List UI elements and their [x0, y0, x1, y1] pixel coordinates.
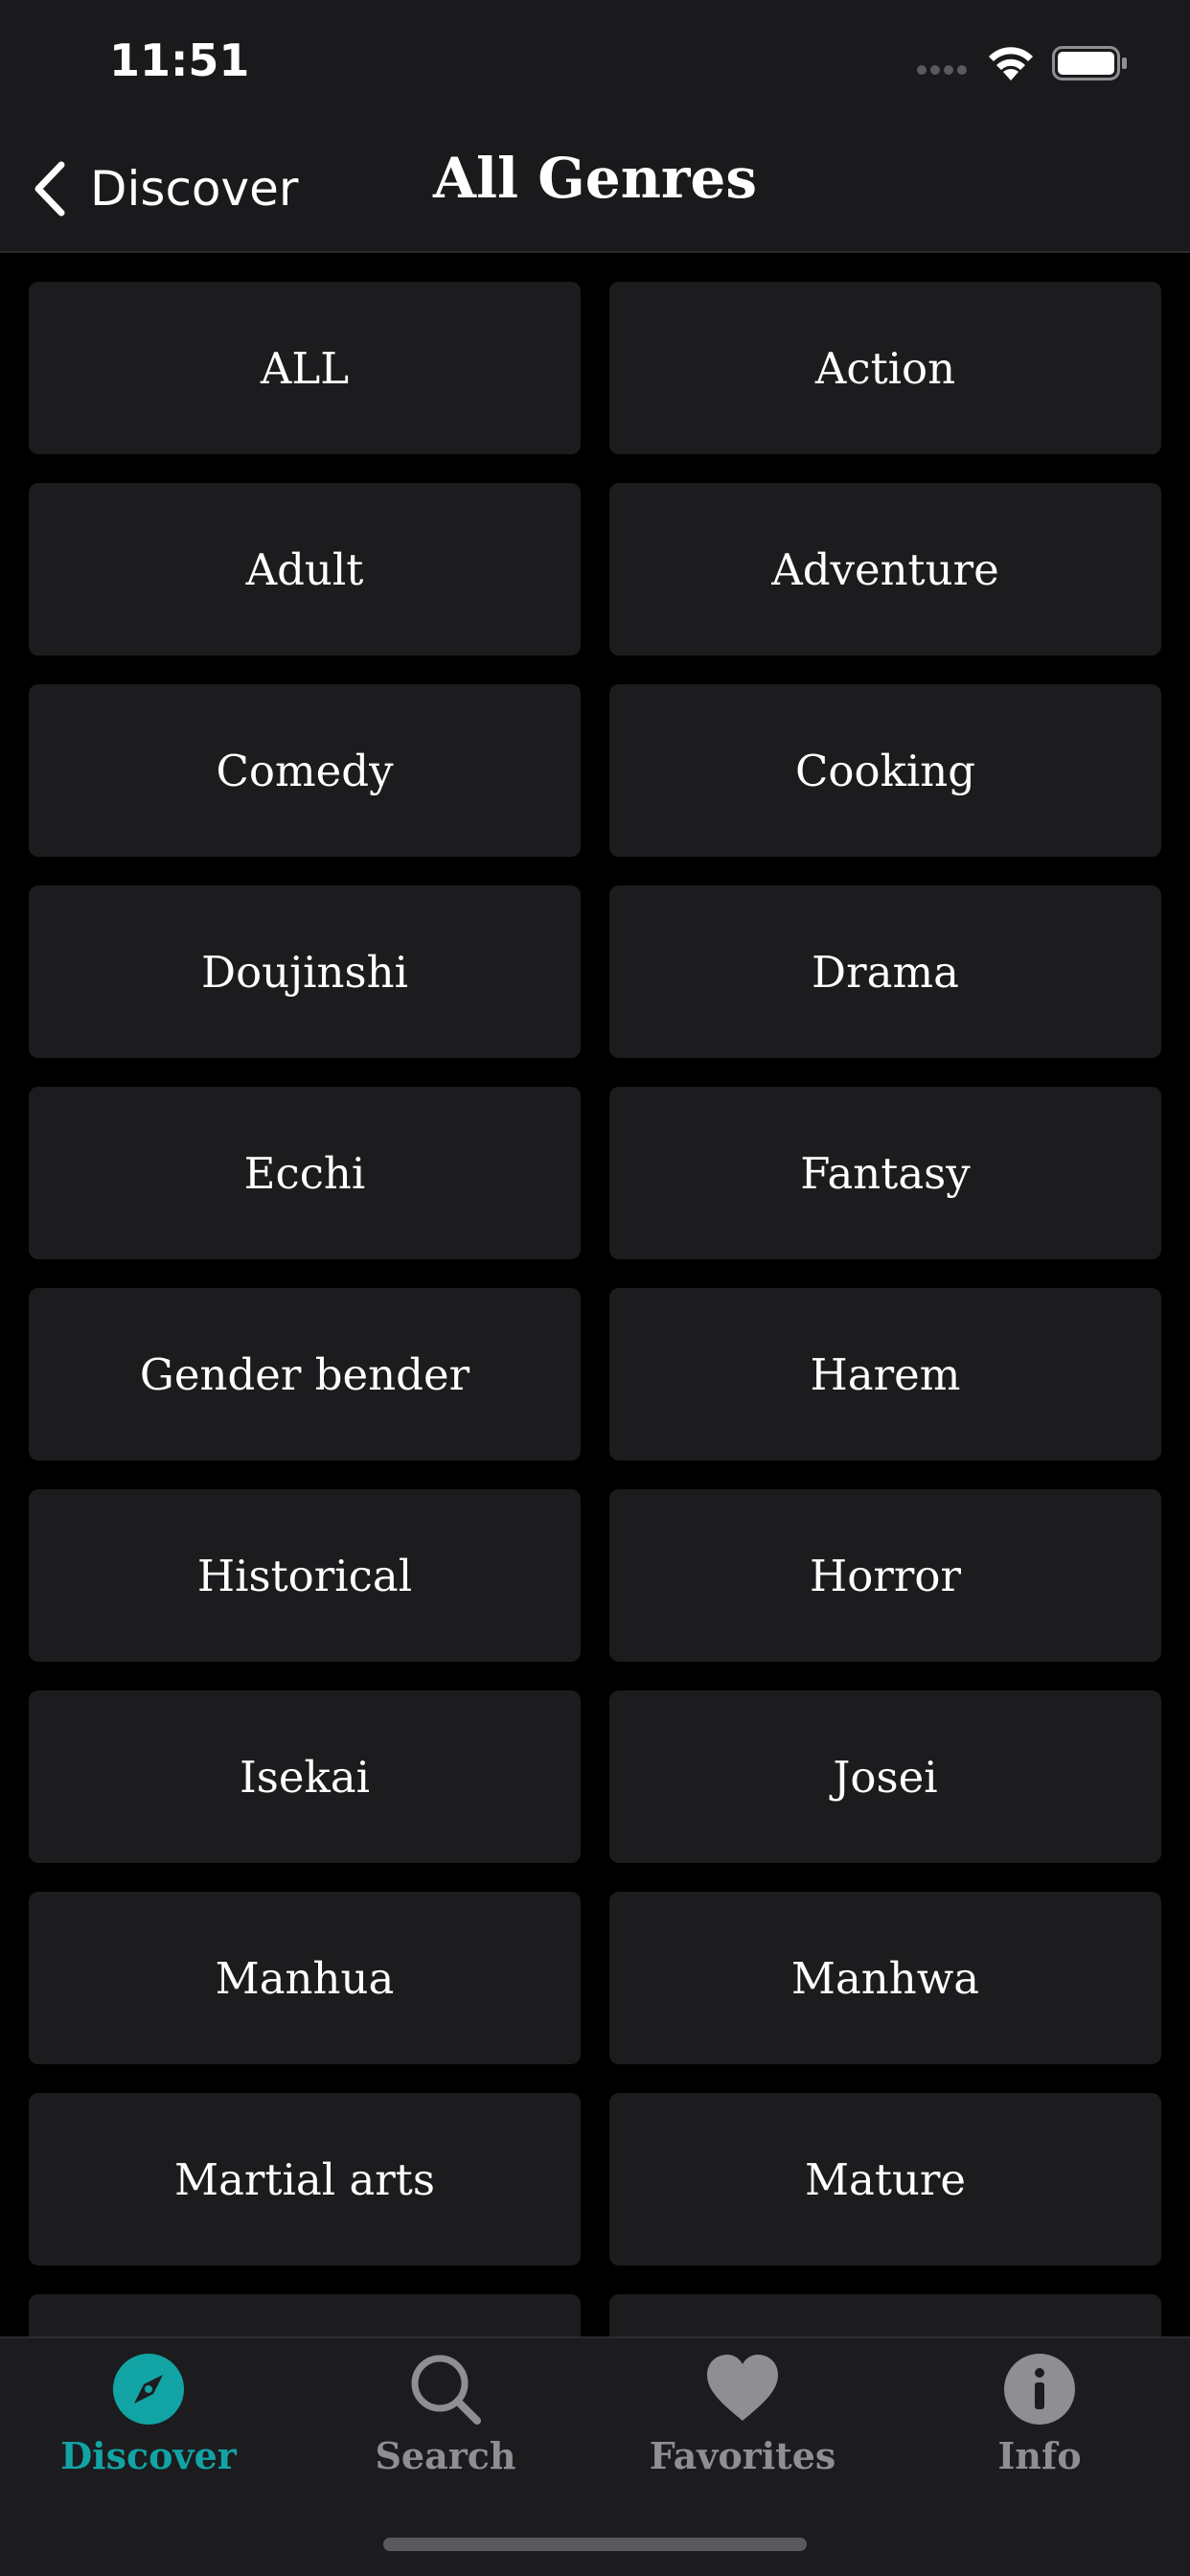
tab-search[interactable]: Search: [297, 2338, 594, 2501]
genre-tile[interactable]: Harem: [609, 1288, 1161, 1460]
tab-info[interactable]: Info: [891, 2338, 1188, 2501]
battery-icon: [1052, 46, 1127, 80]
genre-tile[interactable]: Manhua: [29, 1892, 581, 2064]
genre-tile[interactable]: Adult: [29, 483, 581, 656]
tab-label: Info: [997, 2434, 1082, 2477]
genre-tile[interactable]: Doujinshi: [29, 886, 581, 1058]
home-indicator[interactable]: [383, 2538, 807, 2551]
tab-label: Search: [375, 2434, 516, 2477]
genre-grid: ALL Action Adult Adventure Comedy Cookin…: [29, 282, 1161, 2467]
genre-tile[interactable]: Historical: [29, 1489, 581, 1662]
genre-tile[interactable]: Horror: [609, 1489, 1161, 1662]
genre-tile[interactable]: Cooking: [609, 684, 1161, 857]
genre-tile[interactable]: Ecchi: [29, 1087, 581, 1259]
page-title: All Genres: [433, 146, 757, 211]
status-time: 11:51: [109, 34, 250, 86]
genre-tile[interactable]: Mature: [609, 2093, 1161, 2266]
genre-tile[interactable]: Comedy: [29, 684, 581, 857]
tab-label: Discover: [60, 2434, 237, 2477]
heart-icon: [707, 2355, 778, 2421]
genre-tile[interactable]: Drama: [609, 886, 1161, 1058]
genre-tile[interactable]: Isekai: [29, 1690, 581, 1863]
compass-icon: [113, 2354, 184, 2425]
search-icon: [411, 2355, 481, 2425]
genre-tile[interactable]: Josei: [609, 1690, 1161, 1863]
genre-tile[interactable]: Adventure: [609, 483, 1161, 656]
wifi-icon: [989, 47, 1033, 80]
cellular-signal-icon: [917, 65, 967, 75]
tab-favorites[interactable]: Favorites: [594, 2338, 891, 2501]
genre-tile[interactable]: Gender bender: [29, 1288, 581, 1460]
top-bar: 11:51 Discover All Genres: [0, 0, 1190, 253]
genre-tile[interactable]: Manhwa: [609, 1892, 1161, 2064]
tab-label: Favorites: [649, 2434, 836, 2477]
genre-tile[interactable]: Fantasy: [609, 1087, 1161, 1259]
genre-tile[interactable]: ALL: [29, 282, 581, 454]
tab-discover[interactable]: Discover: [0, 2338, 297, 2501]
genre-tile[interactable]: Action: [609, 282, 1161, 454]
info-icon: [1004, 2354, 1075, 2425]
genre-tile[interactable]: Martial arts: [29, 2093, 581, 2266]
